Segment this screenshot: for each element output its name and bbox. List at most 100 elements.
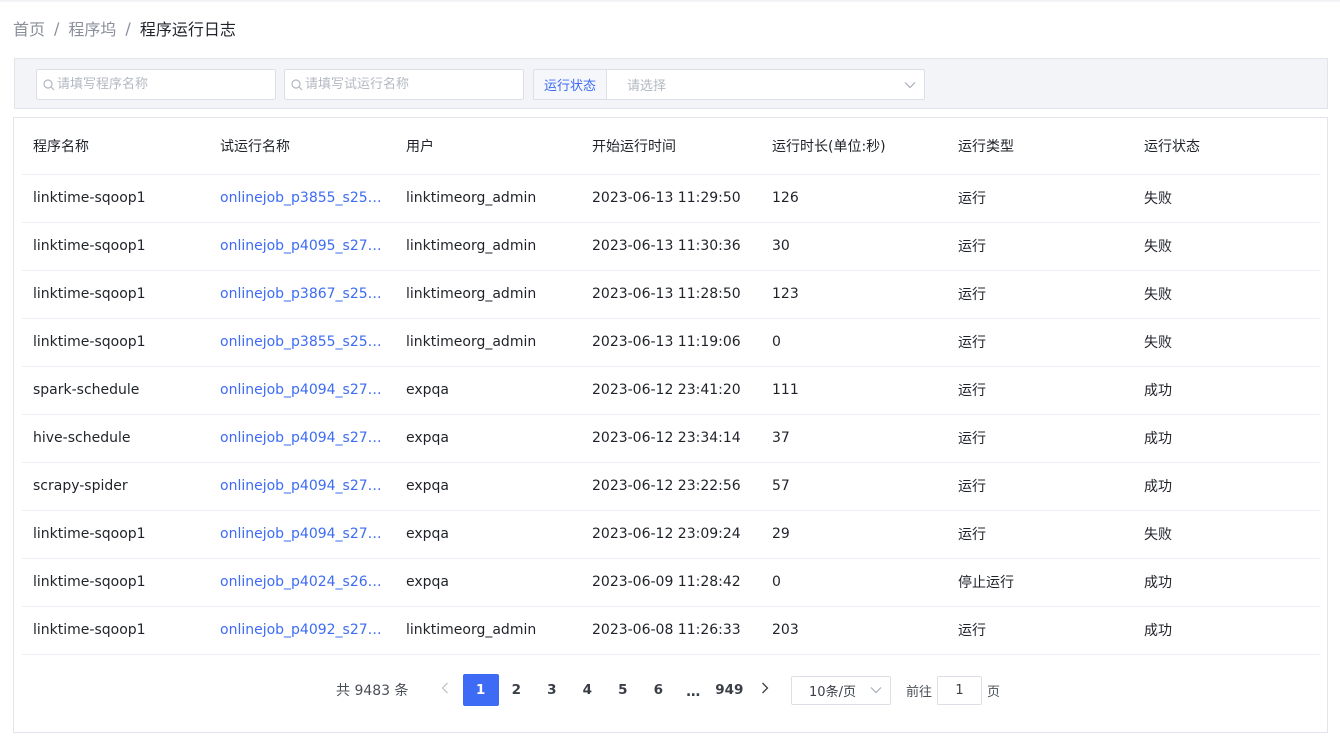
cell-user: expqa: [395, 510, 581, 559]
trial-name-input[interactable]: [305, 77, 523, 92]
cell-status: 失败: [1133, 270, 1320, 319]
cell-program: hive-schedule: [22, 414, 209, 463]
cell-status: 成功: [1133, 414, 1320, 463]
program-name-input[interactable]: [57, 77, 275, 92]
goto-suffix: 页: [987, 684, 1001, 700]
breadcrumb: 首页 / 程序坞 / 程序运行日志: [13, 16, 236, 40]
breadcrumb-parent[interactable]: 程序坞: [68, 16, 116, 40]
cell-trial-link[interactable]: onlinejob_p4094_s2751…: [209, 462, 395, 511]
table-row: linktime-sqoop1 onlinejob_p3867_s254… li…: [22, 270, 1320, 319]
cell-type: 运行: [947, 462, 1133, 511]
topbar-shadow: [0, 0, 1340, 3]
cell-program: linktime-sqoop1: [22, 606, 209, 655]
column-header: 运行类型: [947, 118, 1133, 175]
status-select-label: 运行状态: [534, 70, 608, 99]
cell-start-time: 2023-06-13 11:28:50: [581, 270, 761, 319]
cell-user: expqa: [395, 558, 581, 607]
prev-page-button[interactable]: [427, 674, 463, 706]
cell-type: 停止运行: [947, 558, 1133, 607]
breadcrumb-home[interactable]: 首页: [13, 16, 45, 40]
goto-page-input[interactable]: [937, 675, 983, 705]
cell-duration: 0: [761, 318, 947, 367]
cell-trial-link[interactable]: onlinejob_p3867_s254…: [209, 270, 395, 319]
table-row: linktime-sqoop1 onlinejob_p4092_s274… li…: [22, 606, 1320, 655]
cell-user: expqa: [395, 414, 581, 463]
cell-trial-link[interactable]: onlinejob_p4094_s2751…: [209, 366, 395, 415]
cell-type: 运行: [947, 270, 1133, 319]
chevron-down-icon: [862, 677, 890, 704]
page-button-5[interactable]: 5: [605, 674, 641, 706]
cell-program: scrapy-spider: [22, 462, 209, 511]
cell-trial-link[interactable]: onlinejob_p3855_s254…: [209, 174, 395, 223]
cell-start-time: 2023-06-09 11:28:42: [581, 558, 761, 607]
table-row: linktime-sqoop1 onlinejob_p4095_s275… li…: [22, 222, 1320, 271]
table-row: linktime-sqoop1 onlinejob_p4024_s268… ex…: [22, 558, 1320, 607]
cell-duration: 203: [761, 606, 947, 655]
cell-start-time: 2023-06-12 23:34:14: [581, 414, 761, 463]
cell-start-time: 2023-06-13 11:19:06: [581, 318, 761, 367]
column-header: 试运行名称: [209, 118, 395, 175]
column-header: 程序名称: [22, 118, 209, 175]
cell-program: linktime-sqoop1: [22, 174, 209, 223]
page-button-last[interactable]: 949: [712, 674, 748, 706]
cell-program: linktime-sqoop1: [22, 558, 209, 607]
cell-type: 运行: [947, 174, 1133, 223]
cell-trial-link[interactable]: onlinejob_p4092_s274…: [209, 606, 395, 655]
cell-start-time: 2023-06-13 11:29:50: [581, 174, 761, 223]
cell-trial-link[interactable]: onlinejob_p4094_s275…: [209, 510, 395, 559]
table-row: scrapy-spider onlinejob_p4094_s2751… exp…: [22, 462, 1320, 511]
cell-program: linktime-sqoop1: [22, 510, 209, 559]
table-row: linktime-sqoop1 onlinejob_p3855_s254… li…: [22, 318, 1320, 367]
cell-status: 成功: [1133, 366, 1320, 415]
cell-user: linktimeorg_admin: [395, 174, 581, 223]
cell-type: 运行: [947, 366, 1133, 415]
pagination: 共 9483 条 1 2 3 4 5 6 … 949 10条/页 前往 页: [336, 674, 1000, 706]
chevron-left-icon: [441, 682, 449, 698]
cell-user: linktimeorg_admin: [395, 270, 581, 319]
program-name-search: [36, 69, 276, 100]
pagination-total: 共 9483 条: [336, 683, 409, 699]
cell-trial-link[interactable]: onlinejob_p4094_s2751…: [209, 414, 395, 463]
search-icon: [291, 78, 303, 91]
cell-trial-link[interactable]: onlinejob_p4095_s275…: [209, 222, 395, 271]
page-size-select[interactable]: 10条/页: [791, 675, 892, 705]
cell-program: spark-schedule: [22, 366, 209, 415]
cell-program: linktime-sqoop1: [22, 222, 209, 271]
cell-type: 运行: [947, 414, 1133, 463]
chevron-right-icon: [761, 682, 769, 698]
column-header: 运行状态: [1133, 118, 1320, 175]
cell-user: linktimeorg_admin: [395, 318, 581, 367]
page-size-value: 10条/页: [809, 684, 856, 700]
filter-bar: 运行状态 请选择: [14, 58, 1328, 109]
table-row: hive-schedule onlinejob_p4094_s2751… exp…: [22, 414, 1320, 463]
cell-trial-link[interactable]: onlinejob_p3855_s254…: [209, 318, 395, 367]
cell-start-time: 2023-06-08 11:26:33: [581, 606, 761, 655]
column-header: 用户: [395, 118, 581, 175]
breadcrumb-current: 程序运行日志: [139, 20, 236, 39]
table-row: spark-schedule onlinejob_p4094_s2751… ex…: [22, 366, 1320, 415]
cell-duration: 37: [761, 414, 947, 463]
search-icon: [43, 78, 55, 91]
page-button-6[interactable]: 6: [641, 674, 677, 706]
table-row: linktime-sqoop1 onlinejob_p3855_s254… li…: [22, 174, 1320, 223]
trial-name-search: [284, 69, 524, 100]
page-button-4[interactable]: 4: [570, 674, 606, 706]
status-select[interactable]: 运行状态 请选择: [533, 69, 925, 100]
page-button-1[interactable]: 1: [462, 674, 499, 706]
column-header: 开始运行时间: [581, 118, 761, 175]
page-ellipsis-button[interactable]: …: [676, 680, 712, 700]
cell-type: 运行: [947, 510, 1133, 559]
page-button-2[interactable]: 2: [499, 674, 535, 706]
cell-start-time: 2023-06-12 23:41:20: [581, 366, 761, 415]
log-table-container: 程序名称 试运行名称 用户 开始运行时间 运行时长(单位:秒) 运行类型 运行状…: [13, 117, 1328, 733]
cell-user: linktimeorg_admin: [395, 606, 581, 655]
cell-trial-link[interactable]: onlinejob_p4024_s268…: [209, 558, 395, 607]
status-select-placeholder: 请选择: [627, 79, 667, 94]
next-page-button[interactable]: [747, 674, 783, 706]
goto-label: 前往: [906, 684, 933, 700]
page-button-3[interactable]: 3: [534, 674, 570, 706]
log-table: 程序名称 试运行名称 用户 开始运行时间 运行时长(单位:秒) 运行类型 运行状…: [22, 118, 1320, 655]
cell-duration: 57: [761, 462, 947, 511]
cell-type: 运行: [947, 606, 1133, 655]
cell-status: 成功: [1133, 558, 1320, 607]
